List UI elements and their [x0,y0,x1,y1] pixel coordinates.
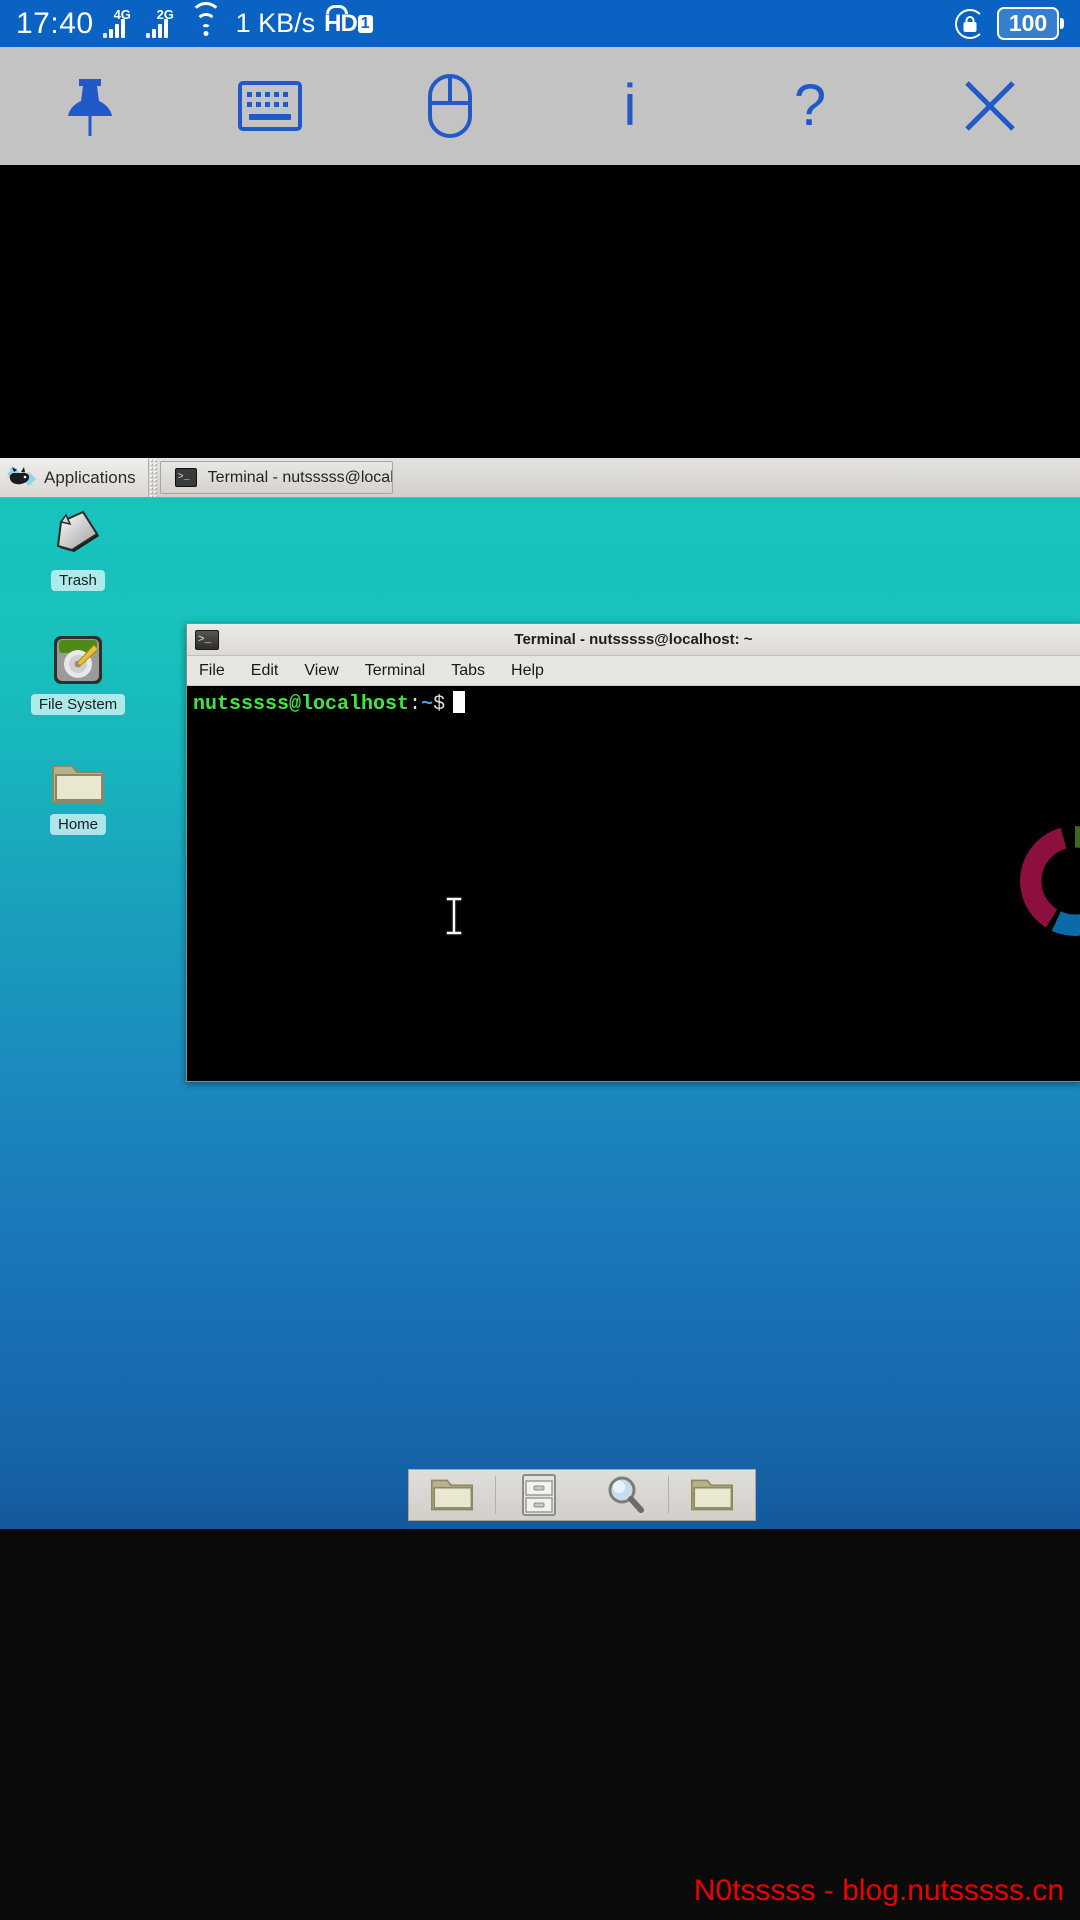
desktop-icon-home[interactable]: Home [22,758,134,835]
panel-grip-handle[interactable] [148,458,158,497]
screen-root: 17:40 4G 2G 1 KB/s HD 1 100 i ? Applicat… [0,0,1080,1920]
desktop-area[interactable]: Trash File System Home >_ Terminal - nut… [0,498,1080,1529]
status-bar-right: 100 [955,7,1064,40]
trash-icon [56,510,99,552]
terminal-title-bar[interactable]: >_ Terminal - nutsssss@localhost: ~ [187,624,1080,656]
dock-item-folder[interactable] [669,1469,755,1521]
xfce-mouse-logo-icon [7,466,36,486]
prompt-separator: : [409,693,422,716]
pin-icon [68,79,112,136]
volte-hd-label: HD [324,9,358,37]
rotation-lock-icon [955,8,985,39]
network-speed: 1 KB/s [235,8,316,38]
applications-menu-label: Applications [44,467,136,487]
terminal-output-area[interactable]: nutsssss@localhost:~$ [187,686,1080,1081]
signal-bars-2g-icon: 2G [145,7,180,39]
donut-ring-graphic [1020,826,1080,936]
volte-sim-number: 1 [357,14,373,33]
pin-button[interactable] [0,47,180,165]
terminal-icon: >_ [195,629,219,650]
volte-hd-icon: HD 1 [324,4,373,39]
battery-level: 100 [1008,10,1048,36]
terminal-window[interactable]: >_ Terminal - nutsssss@localhost: ~ File… [186,623,1080,1082]
terminal-cursor [453,691,466,713]
text-cursor-ibeam-icon [445,896,463,936]
desktop-icon-label: File System [30,694,126,715]
dock-item-file-manager[interactable] [409,1469,495,1521]
info-button[interactable]: i [540,47,720,165]
desktop-dock [408,1469,756,1521]
desktop-icon-label: Home [49,814,106,835]
status-bar-left: 17:40 4G 2G 1 KB/s HD 1 [16,1,373,41]
menu-item-tabs[interactable]: Tabs [451,662,485,680]
file-cabinet-icon [522,1474,556,1516]
prompt-symbol: $ [433,693,446,716]
signal-bars-4g-icon: 4G [102,7,137,39]
close-button[interactable] [900,47,1080,165]
harddisk-icon [54,636,102,684]
folder-icon [52,765,104,803]
folder-icon [691,1479,733,1511]
menu-item-edit[interactable]: Edit [251,662,279,680]
signal-2g-bars [145,18,168,38]
menu-item-view[interactable]: View [304,662,338,680]
desktop-icon-trash[interactable]: Trash [22,508,134,591]
prompt-user-host: nutsssss@localhost [193,693,410,716]
mouse-button[interactable] [360,47,540,165]
vnc-toolbar: i ? [0,47,1080,165]
letterbox-top [0,165,1080,458]
search-icon [608,1476,644,1513]
help-icon: ? [793,73,827,138]
prompt-path: ~ [421,693,434,716]
desktop-icon-label: Trash [51,570,105,591]
clock: 17:40 [16,6,94,40]
signal-4g-bars [102,18,125,38]
desktop-icon-file-system[interactable]: File System [22,632,134,715]
folder-icon [431,1479,473,1511]
terminal-title-text: Terminal - nutsssss@localhost: ~ [514,631,753,648]
letterbox-bottom: N0tsssss - blog.nutsssss.cn [0,1529,1080,1920]
dock-item-file-cabinet[interactable] [496,1469,582,1521]
taskbar-window-button[interactable]: >_ Terminal - nutsssss@localhost: ~ [159,461,393,494]
mouse-icon [428,74,472,138]
status-bar: 17:40 4G 2G 1 KB/s HD 1 100 [0,0,1080,47]
dock-item-search[interactable] [582,1469,668,1521]
terminal-menu-bar: File Edit View Terminal Tabs Help [187,656,1080,686]
keyboard-icon [238,81,302,131]
battery-indicator: 100 [997,7,1064,40]
keyboard-button[interactable] [180,47,360,165]
xfce-panel: Applications >_ Terminal - nutsssss@loca… [0,458,1080,498]
terminal-icon: >_ [174,468,197,487]
info-icon: i [623,73,637,138]
taskbar-window-title: Terminal - nutsssss@localhost: ~ [207,468,393,486]
menu-item-terminal[interactable]: Terminal [365,662,425,680]
vnc-viewport[interactable]: Applications >_ Terminal - nutsssss@loca… [0,458,1080,1529]
wifi-icon [189,1,223,37]
close-icon [965,81,1015,131]
terminal-prompt-line: nutsssss@localhost:~$ [193,691,1080,716]
menu-item-file[interactable]: File [199,662,225,680]
watermark-text: N0tsssss - blog.nutsssss.cn [693,1874,1064,1907]
applications-menu-button[interactable]: Applications [0,458,149,497]
menu-item-help[interactable]: Help [511,662,544,680]
help-button[interactable]: ? [720,47,900,165]
